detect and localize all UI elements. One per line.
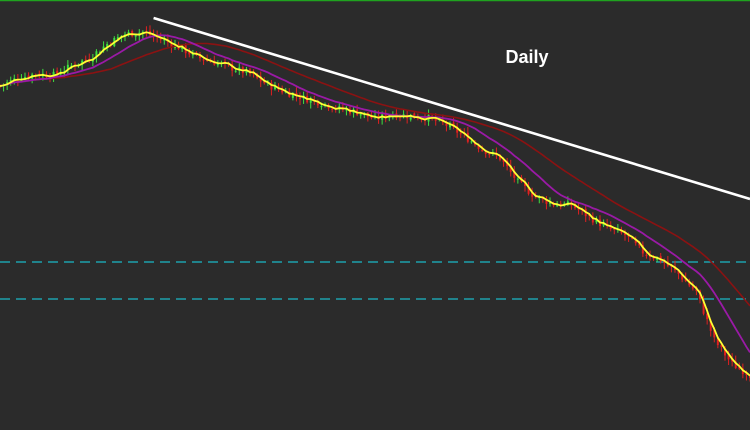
candle-body xyxy=(470,141,473,143)
candle-body xyxy=(202,59,205,61)
candle-body xyxy=(481,150,484,152)
candle-body xyxy=(299,97,301,100)
chart-title: Daily xyxy=(505,47,548,67)
candle-body xyxy=(234,70,237,72)
candle-body xyxy=(516,178,519,180)
candle-body xyxy=(359,114,362,116)
candle-body xyxy=(488,153,491,155)
daily-price-chart: Daily xyxy=(0,0,750,430)
candle-body xyxy=(320,106,323,108)
candle-body xyxy=(331,108,334,110)
chart-canvas: Daily xyxy=(0,0,750,430)
candle-body xyxy=(645,254,648,256)
candle-body xyxy=(459,133,462,135)
candle-body xyxy=(84,59,87,61)
